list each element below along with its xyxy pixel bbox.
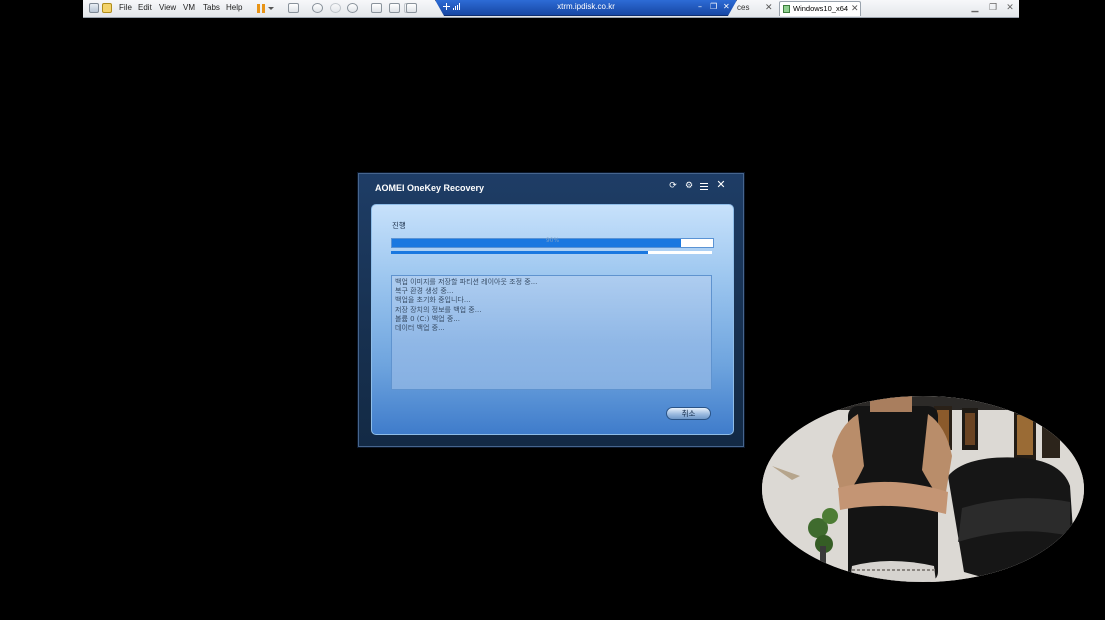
gear-icon[interactable]: ⚙ — [684, 181, 694, 191]
fullscreen-icon[interactable] — [406, 3, 417, 13]
menu-view[interactable]: View — [159, 3, 176, 12]
log-line: 백업을 초기화 중입니다... — [395, 296, 471, 305]
dialog-title: AOMEI OneKey Recovery — [375, 183, 485, 193]
snapshot-manager-icon[interactable] — [347, 3, 358, 13]
remote-host-label: xtrm.ipdisk.co.kr — [557, 2, 615, 11]
pause-icon[interactable] — [257, 4, 265, 13]
menu-icon[interactable] — [700, 181, 710, 191]
webcam-overlay — [762, 396, 1084, 582]
log-line: 저장 장치의 정보를 백업 중... — [395, 305, 482, 314]
restore-icon[interactable]: ❐ — [710, 1, 717, 12]
vmware-logo-icon[interactable] — [89, 3, 99, 13]
sub-progress-fill — [391, 251, 648, 254]
close-icon[interactable]: ✕ — [765, 2, 773, 13]
log-line: 볼륨 0 (C:) 백업 중... — [395, 314, 460, 323]
menu-help[interactable]: Help — [226, 3, 242, 12]
sub-progress-bar — [391, 251, 712, 254]
close-icon[interactable]: ✕ — [716, 179, 726, 190]
cancel-button[interactable]: 취소 — [666, 407, 711, 420]
minimize-icon[interactable]: – — [698, 1, 702, 12]
console-view-icon[interactable] — [389, 3, 400, 13]
menu-vm[interactable]: VM — [183, 3, 195, 12]
progress-panel: 진행 90% 백업 이미지를 저장할 파티션 레이아웃 조정 중... 복구 환… — [371, 204, 734, 435]
vm-icon — [783, 5, 790, 13]
close-icon[interactable]: ✕ — [1005, 2, 1015, 12]
close-icon[interactable]: ✕ — [851, 3, 859, 14]
menu-file[interactable]: File — [119, 3, 132, 12]
progress-text: 90% — [545, 237, 560, 244]
send-ctrl-alt-del-icon[interactable] — [288, 3, 299, 13]
restore-icon[interactable]: ❐ — [988, 2, 998, 12]
minimize-icon[interactable]: ▁ — [970, 2, 980, 12]
menu-edit[interactable]: Edit — [138, 3, 152, 12]
log-line: 백업 이미지를 저장할 파티션 레이아웃 조정 중... — [395, 278, 538, 286]
library-view-icon[interactable] — [371, 3, 382, 13]
vm-tab-partial[interactable]: ces — [737, 3, 749, 12]
section-label: 진행 — [392, 221, 406, 230]
operation-log: 백업 이미지를 저장할 파티션 레이아웃 조정 중... 복구 환경 생성 중.… — [391, 275, 712, 390]
close-icon[interactable]: ✕ — [723, 1, 730, 12]
library-icon[interactable] — [102, 3, 112, 13]
log-line: 데이터 백업 중... — [395, 324, 445, 333]
snapshot-icon[interactable] — [312, 3, 323, 13]
revert-snapshot-icon — [330, 3, 341, 13]
vm-tab-label: Windows10_x64 — [793, 4, 849, 13]
chevron-down-icon[interactable] — [268, 7, 274, 10]
aomei-dialog: AOMEI OneKey Recovery ⟳ ⚙ ✕ 진행 90% 백업 이미… — [358, 173, 744, 447]
webcam-image — [762, 396, 1084, 582]
remote-connection-bar: xtrm.ipdisk.co.kr – ❐ ✕ — [435, 0, 737, 16]
progress-bar: 90% — [391, 237, 714, 248]
refresh-icon[interactable]: ⟳ — [668, 181, 678, 191]
vm-tab-windows10[interactable]: Windows10_x64 ✕ — [779, 1, 861, 16]
menu-tabs[interactable]: Tabs — [203, 3, 220, 12]
